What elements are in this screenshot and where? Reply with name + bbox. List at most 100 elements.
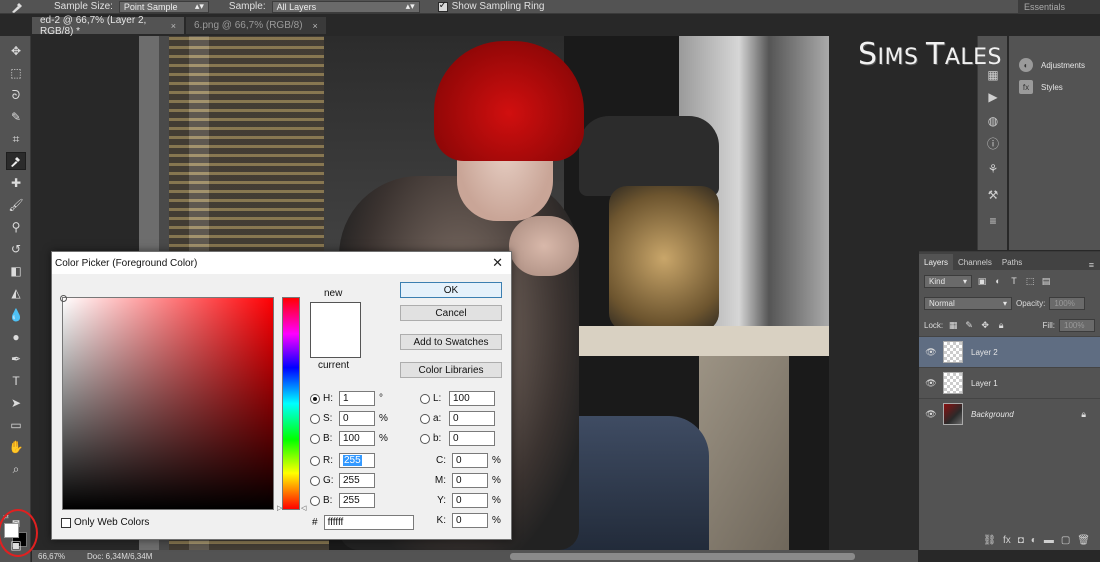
type-filter-icon[interactable]: T [1008, 275, 1020, 287]
fill-input[interactable]: 100% [1059, 318, 1095, 332]
lock-all-icon[interactable]: 🔒︎ [995, 319, 1007, 331]
saturation-brightness-field[interactable] [60, 295, 274, 510]
yellow-input[interactable]: 0 [452, 493, 488, 508]
trash-icon[interactable]: 🗑︎ [1077, 535, 1090, 546]
hue-radio[interactable] [310, 393, 320, 404]
opacity-input[interactable]: 100% [1049, 296, 1086, 310]
saturation-input[interactable]: 0 [339, 411, 375, 426]
only-web-colors-checkbox[interactable] [61, 517, 71, 528]
new-adjustment-icon[interactable]: ◐ [1031, 535, 1037, 546]
move-tool-icon[interactable]: ✥ [6, 42, 26, 60]
green-radio[interactable] [310, 475, 320, 486]
eye-icon[interactable]: 👁︎ [919, 347, 943, 358]
saturation-radio[interactable] [310, 413, 320, 424]
black-input[interactable]: 0 [452, 513, 488, 528]
filter-kind-select[interactable]: Kind ▾ [924, 274, 972, 288]
workspace-switcher[interactable]: Essentials [1018, 0, 1100, 14]
eyedropper-tool-preset-icon[interactable] [0, 0, 34, 14]
quick-selection-tool-icon[interactable]: ✎ [6, 108, 26, 126]
lab-a-input[interactable]: 0 [449, 411, 495, 426]
eyedropper-tool-icon[interactable] [6, 152, 26, 170]
blue-input[interactable]: 255 [339, 493, 375, 508]
layer-row-layer-1[interactable]: 👁︎ Layer 1 [919, 367, 1100, 398]
pen-tool-icon[interactable]: ✒ [6, 350, 26, 368]
magenta-input[interactable]: 0 [452, 473, 488, 488]
adjustments-panel-button[interactable]: ◐ Adjustments [1009, 54, 1100, 76]
brush-tool-icon[interactable]: 🖌 [6, 196, 26, 214]
info-icon[interactable]: ⓘ [984, 134, 1002, 152]
shape-filter-icon[interactable]: ⬚ [1024, 275, 1036, 287]
blend-mode-select[interactable]: Normal ▾ [924, 296, 1012, 310]
show-sampling-ring-checkbox[interactable] [437, 0, 448, 12]
paint-bucket-tool-icon[interactable]: ◭ [6, 284, 26, 302]
layer-style-icon[interactable]: fx [1003, 535, 1011, 546]
marquee-tool-icon[interactable]: ⬚ [6, 64, 26, 82]
red-input[interactable]: 255 [339, 453, 375, 468]
brightness-radio[interactable] [310, 433, 320, 444]
history-brush-tool-icon[interactable]: ↺ [6, 240, 26, 258]
red-radio[interactable] [310, 455, 320, 466]
lasso-tool-icon[interactable]: ᘐ [6, 86, 26, 104]
styles-panel-button[interactable]: fx Styles [1009, 76, 1100, 98]
lab-l-radio[interactable] [420, 393, 430, 404]
brightness-input[interactable]: 100 [339, 431, 375, 446]
close-icon[interactable]: × [171, 21, 176, 31]
healing-brush-tool-icon[interactable]: ✚ [6, 174, 26, 192]
eraser-tool-icon[interactable]: ◧ [6, 262, 26, 280]
type-tool-icon[interactable]: T [6, 372, 26, 390]
tab-document-1[interactable]: ed-2 @ 66,7% (Layer 2, RGB/8) * × [32, 15, 184, 37]
new-group-icon[interactable]: ▬ [1044, 535, 1054, 546]
actions-icon[interactable]: ▶ [984, 88, 1002, 106]
eye-icon[interactable]: 👁︎ [919, 378, 943, 389]
hue-slider-handle-left[interactable]: ▷ [277, 504, 282, 512]
sample-size-select[interactable]: Point Sample ▴▾ [118, 0, 209, 13]
adjustment-filter-icon[interactable]: ◐ [992, 275, 1004, 287]
blur-tool-icon[interactable]: 💧 [6, 306, 26, 324]
close-icon[interactable]: × [313, 21, 318, 31]
lab-b-input[interactable]: 0 [449, 431, 495, 446]
brush-preset-icon[interactable]: ⚘ [984, 160, 1002, 178]
tab-document-2[interactable]: 6.png @ 66,7% (RGB/8) × [186, 17, 326, 34]
zoom-tool-icon[interactable]: ⌕ [6, 460, 26, 478]
path-selection-tool-icon[interactable]: ➤ [6, 394, 26, 412]
color-marker[interactable] [60, 295, 67, 302]
tab-channels[interactable]: Channels [953, 254, 997, 270]
add-to-swatches-button[interactable]: Add to Swatches [400, 334, 502, 350]
layer-row-layer-2[interactable]: 👁︎ Layer 2 [919, 336, 1100, 367]
pixel-filter-icon[interactable]: ▣ [976, 275, 988, 287]
lab-a-radio[interactable] [420, 413, 430, 424]
clone-stamp-tool-icon[interactable]: ⚲ [6, 218, 26, 236]
horizontal-scrollbar[interactable] [510, 553, 855, 560]
layer-row-background[interactable]: 👁︎ Background 🔒︎ [919, 398, 1100, 429]
color-icon[interactable]: ◍ [984, 112, 1002, 130]
crop-tool-icon[interactable]: ⌗ [6, 130, 26, 148]
hex-input[interactable]: ffffff [323, 515, 414, 530]
ok-button[interactable]: OK [400, 282, 502, 298]
blue-radio[interactable] [310, 495, 320, 506]
zoom-level[interactable]: 66,67% [32, 552, 87, 561]
tab-layers[interactable]: Layers [919, 254, 954, 270]
hue-slider-handle-right[interactable]: ◁ [301, 504, 306, 512]
add-mask-icon[interactable]: ◘ [1018, 535, 1024, 546]
rectangle-tool-icon[interactable]: ▭ [6, 416, 26, 434]
dodge-tool-icon[interactable]: ● [6, 328, 26, 346]
properties-icon[interactable]: ≡ [984, 212, 1002, 230]
tool-presets-icon[interactable]: ⚒ [984, 186, 1002, 204]
eye-icon[interactable]: 👁︎ [919, 409, 943, 420]
sample-layers-select[interactable]: All Layers ▴▾ [271, 0, 420, 13]
lab-l-input[interactable]: 100 [449, 391, 495, 406]
cyan-input[interactable]: 0 [452, 453, 488, 468]
panel-menu-icon[interactable]: ≡ [1089, 260, 1100, 270]
lock-pixels-icon[interactable]: ✎ [963, 319, 975, 331]
tab-paths[interactable]: Paths [997, 254, 1027, 270]
green-input[interactable]: 255 [339, 473, 375, 488]
smart-object-filter-icon[interactable]: ▤ [1040, 275, 1052, 287]
hue-slider[interactable] [282, 297, 300, 510]
lock-transparent-icon[interactable]: ▦ [947, 319, 959, 331]
hand-tool-icon[interactable]: ✋ [6, 438, 26, 456]
hue-input[interactable]: 1 [339, 391, 375, 406]
current-color-swatch[interactable] [310, 330, 361, 358]
close-icon[interactable]: ✕ [492, 255, 503, 271]
color-libraries-button[interactable]: Color Libraries [400, 362, 502, 378]
lab-b-radio[interactable] [420, 433, 430, 444]
